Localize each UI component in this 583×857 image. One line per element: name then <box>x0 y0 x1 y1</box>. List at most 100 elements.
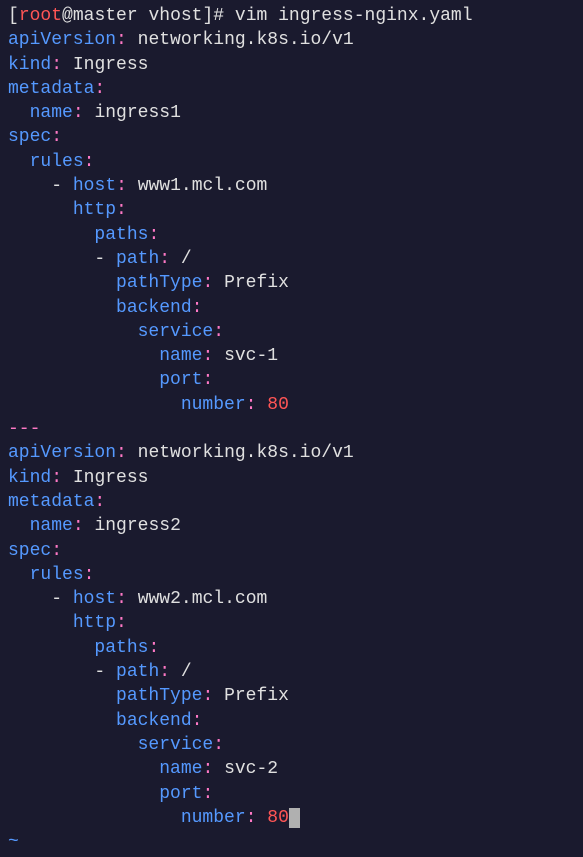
colon: : <box>246 395 257 415</box>
yaml-value: svc-2 <box>224 759 278 779</box>
colon: : <box>202 686 213 706</box>
yaml-value: ingress1 <box>94 103 180 123</box>
yaml-number: 80 <box>267 808 289 828</box>
colon: : <box>213 322 224 342</box>
yaml-key: spec <box>8 127 51 147</box>
yaml-key: pathType <box>116 686 202 706</box>
prompt-close: ]# <box>202 6 224 26</box>
yaml-line: name: ingress2 <box>8 514 575 538</box>
colon: : <box>192 298 203 318</box>
yaml-key: backend <box>116 298 192 318</box>
prompt-open-bracket: [ <box>8 6 19 26</box>
yaml-line: spec: <box>8 125 575 149</box>
yaml-line: kind: Ingress <box>8 53 575 77</box>
yaml-key: name <box>30 103 73 123</box>
colon: : <box>213 735 224 755</box>
yaml-separator: --- <box>8 417 575 441</box>
colon: : <box>84 565 95 585</box>
yaml-value <box>127 443 138 463</box>
yaml-line: rules: <box>8 563 575 587</box>
colon: : <box>202 759 213 779</box>
colon: : <box>202 370 213 390</box>
yaml-line: paths: <box>8 636 575 660</box>
yaml-key: number <box>181 395 246 415</box>
colon: : <box>73 516 84 536</box>
yaml-line: - host: www1.mcl.com <box>8 174 575 198</box>
yaml-line: - path: / <box>8 660 575 684</box>
yaml-line: number: 80 <box>8 806 575 830</box>
yaml-key: host <box>73 589 116 609</box>
yaml-value <box>256 395 267 415</box>
yaml-line: paths: <box>8 223 575 247</box>
command-text: vim ingress-nginx.yaml <box>224 6 472 26</box>
yaml-key: kind <box>8 468 51 488</box>
tilde: ~ <box>8 832 19 852</box>
vim-tilde-line: ~ <box>8 830 575 854</box>
prompt-user: root <box>19 6 62 26</box>
colon: : <box>202 273 213 293</box>
yaml-value: ingress2 <box>94 516 180 536</box>
yaml-key: metadata <box>8 492 94 512</box>
colon: : <box>51 55 62 75</box>
yaml-value <box>62 55 73 75</box>
colon: : <box>116 613 127 633</box>
dash: - <box>94 662 105 682</box>
yaml-value: www1.mcl.com <box>138 176 268 196</box>
yaml-key: path <box>116 249 159 269</box>
colon: : <box>51 468 62 488</box>
yaml-line: apiVersion: networking.k8s.io/v1 <box>8 28 575 52</box>
yaml-key: apiVersion <box>8 443 116 463</box>
editor-content[interactable]: apiVersion: networking.k8s.io/v1 kind: I… <box>8 28 575 854</box>
yaml-key: port <box>159 784 202 804</box>
yaml-value <box>62 468 73 488</box>
yaml-line: backend: <box>8 709 575 733</box>
yaml-value <box>84 516 95 536</box>
yaml-key: metadata <box>8 79 94 99</box>
yaml-line: service: <box>8 733 575 757</box>
yaml-key: spec <box>8 541 51 561</box>
yaml-line: pathType: Prefix <box>8 684 575 708</box>
yaml-key: name <box>159 759 202 779</box>
prompt-at: @ <box>62 6 73 26</box>
yaml-value: Ingress <box>73 468 149 488</box>
yaml-line: pathType: Prefix <box>8 271 575 295</box>
yaml-line: number: 80 <box>8 393 575 417</box>
yaml-line: backend: <box>8 296 575 320</box>
colon: : <box>116 443 127 463</box>
prompt-path: vhost <box>148 6 202 26</box>
yaml-value <box>127 176 138 196</box>
yaml-number: 80 <box>267 395 289 415</box>
dash: - <box>51 589 62 609</box>
yaml-value <box>213 273 224 293</box>
colon: : <box>116 589 127 609</box>
colon: : <box>51 541 62 561</box>
yaml-value: Prefix <box>224 686 289 706</box>
colon: : <box>84 152 95 172</box>
colon: : <box>73 103 84 123</box>
yaml-value: Ingress <box>73 55 149 75</box>
colon: : <box>159 662 170 682</box>
yaml-key: path <box>116 662 159 682</box>
prompt-space <box>138 6 149 26</box>
dash: - <box>51 176 62 196</box>
yaml-value <box>213 686 224 706</box>
yaml-value <box>213 346 224 366</box>
yaml-line: apiVersion: networking.k8s.io/v1 <box>8 441 575 465</box>
dash: - <box>94 249 105 269</box>
yaml-line: port: <box>8 782 575 806</box>
doc-separator: --- <box>8 419 40 439</box>
colon: : <box>94 79 105 99</box>
yaml-value <box>170 662 181 682</box>
yaml-value <box>213 759 224 779</box>
yaml-line: kind: Ingress <box>8 466 575 490</box>
colon: : <box>116 176 127 196</box>
yaml-line: metadata: <box>8 490 575 514</box>
colon: : <box>246 808 257 828</box>
yaml-value: / <box>181 249 192 269</box>
yaml-key: rules <box>30 565 84 585</box>
colon: : <box>51 127 62 147</box>
yaml-key: host <box>73 176 116 196</box>
yaml-value <box>256 808 267 828</box>
yaml-key: name <box>159 346 202 366</box>
colon: : <box>192 711 203 731</box>
